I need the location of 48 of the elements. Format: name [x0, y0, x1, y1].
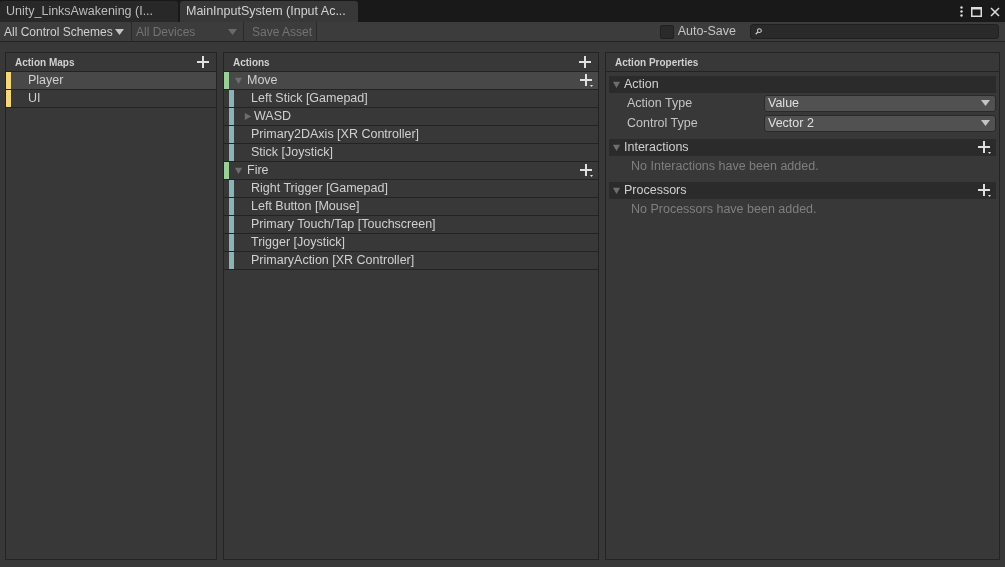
search-icon: [755, 28, 762, 35]
more-options-icon[interactable]: [960, 6, 963, 17]
binding-item[interactable]: WASD: [224, 108, 598, 126]
add-dropdown-icon[interactable]: [978, 141, 991, 154]
empty-message: No Processors have been added.: [631, 200, 817, 218]
close-icon[interactable]: [990, 6, 1000, 17]
expanded-arrow-icon[interactable]: [612, 143, 621, 152]
add-dropdown-icon[interactable]: [580, 74, 593, 87]
property-dropdown[interactable]: Vector 2: [764, 114, 996, 132]
caret-icon: [228, 28, 237, 35]
add-dropdown-icon[interactable]: [580, 164, 593, 177]
binding-item[interactable]: Primary2DAxis [XR Controller]: [224, 126, 598, 144]
binding-item[interactable]: Primary Touch/Tap [Touchscreen]: [224, 216, 598, 234]
action-item[interactable]: Move: [224, 72, 598, 90]
section-header[interactable]: Interactions: [609, 139, 996, 156]
binding-item[interactable]: Left Button [Mouse]: [224, 198, 598, 216]
maximize-icon[interactable]: [971, 6, 982, 17]
add-icon[interactable]: [579, 55, 592, 69]
caret-icon: [981, 120, 990, 126]
binding-item[interactable]: PrimaryAction [XR Controller]: [224, 252, 598, 270]
section-header[interactable]: Action: [609, 76, 996, 93]
panel-title: Action Properties: [615, 55, 699, 70]
binding-item[interactable]: Left Stick [Gamepad]: [224, 90, 598, 108]
add-icon[interactable]: [197, 55, 210, 69]
binding-item[interactable]: Right Trigger [Gamepad]: [224, 180, 598, 198]
caret-icon: [114, 28, 124, 35]
field-label: Control Type: [627, 114, 699, 132]
empty-message: No Interactions have been added.: [631, 157, 819, 175]
binding-item[interactable]: Stick [Joystick]: [224, 144, 598, 162]
action-map-item[interactable]: Player: [6, 72, 216, 90]
action-item[interactable]: Fire: [224, 162, 598, 180]
auto-save-label: Auto-Save: [677, 23, 736, 41]
document-tab[interactable]: Unity_LinksAwakening (I...: [0, 1, 178, 22]
panel-title: Action Maps: [15, 55, 75, 70]
field-label: Action Type: [627, 94, 694, 112]
add-dropdown-icon[interactable]: [978, 184, 991, 197]
property-dropdown[interactable]: Value: [764, 94, 996, 112]
control-scheme-dropdown[interactable]: All Control Schemes: [0, 21, 132, 42]
search-field[interactable]: [750, 24, 999, 39]
expanded-arrow-icon[interactable]: [612, 186, 621, 195]
auto-save-checkbox[interactable]: [659, 24, 674, 39]
binding-item[interactable]: Trigger [Joystick]: [224, 234, 598, 252]
document-tab[interactable]: MainInputSystem (Input Ac...: [180, 1, 358, 22]
expanded-arrow-icon[interactable]: [612, 80, 621, 89]
section-header[interactable]: Processors: [609, 182, 996, 199]
panel-title: Actions: [233, 55, 270, 70]
caret-icon: [981, 100, 990, 106]
action-map-item[interactable]: UI: [6, 90, 216, 108]
